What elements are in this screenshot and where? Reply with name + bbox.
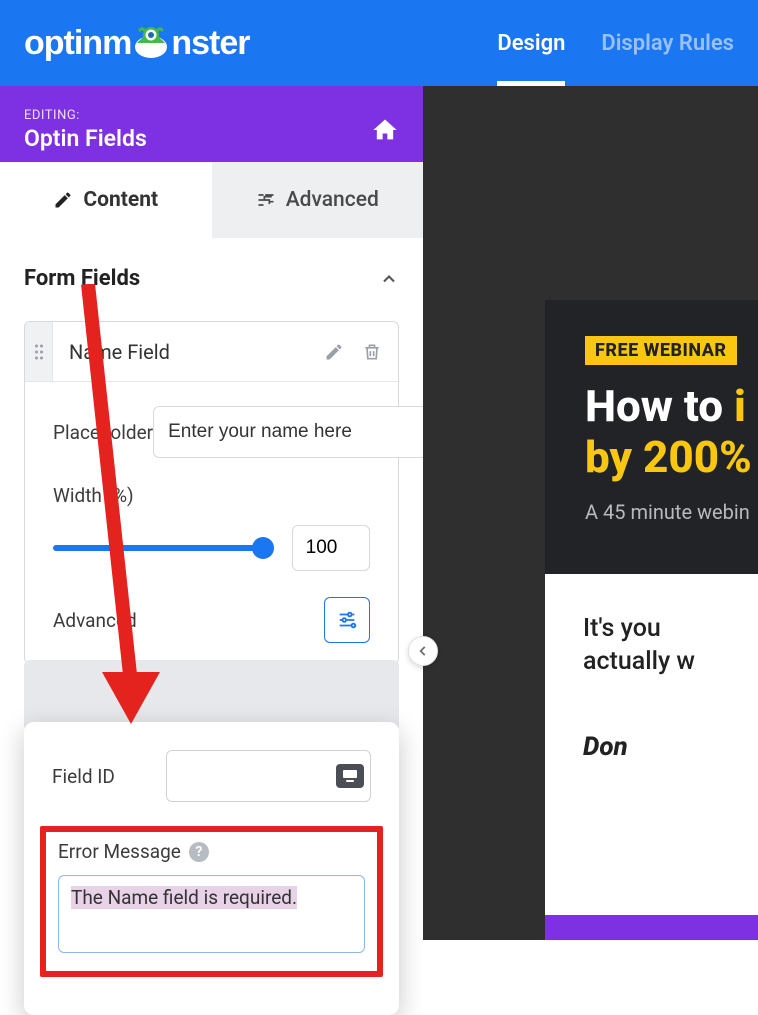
placeholder-label: Placeholder <box>53 421 153 444</box>
placeholder-input[interactable] <box>153 406 428 458</box>
delete-field-icon[interactable] <box>362 342 382 362</box>
preview-white-panel: It's you actually w Don <box>545 574 758 940</box>
error-message-value: The Name field is required. <box>71 886 297 909</box>
tab-advanced-label: Advanced <box>286 188 379 212</box>
drag-handle-icon[interactable] <box>25 322 53 381</box>
width-input[interactable] <box>292 525 370 571</box>
error-message-label: Error Message <box>58 840 181 863</box>
field-name-label: Name Field <box>53 340 324 364</box>
top-header: optinm nster Design Display Rules <box>0 0 758 86</box>
tab-advanced[interactable]: Advanced <box>212 162 424 238</box>
width-slider[interactable] <box>53 545 272 551</box>
preview-white-line-2: actually w <box>583 647 758 676</box>
tab-content-label: Content <box>83 188 158 212</box>
home-icon[interactable] <box>371 116 399 144</box>
field-body: Placeholder Width (%) Advanced <box>25 382 398 663</box>
error-message-input[interactable]: The Name field is required. <box>58 875 365 953</box>
field-id-input[interactable] <box>166 750 371 802</box>
tab-content[interactable]: Content <box>0 162 212 238</box>
webinar-badge: FREE WEBINAR <box>585 336 737 365</box>
edit-field-icon[interactable] <box>324 342 344 362</box>
preview-white-bold: Don <box>583 732 758 762</box>
logo: optinm nster <box>24 23 249 63</box>
chevron-up-icon[interactable] <box>379 269 399 289</box>
tab-display-rules[interactable]: Display Rules <box>601 0 734 86</box>
sidebar: EDITING: Optin Fields Content Advanced F… <box>0 86 423 732</box>
extension-icon[interactable] <box>336 764 364 788</box>
logo-text-pre: optinm <box>24 24 131 63</box>
editing-title: Optin Fields <box>24 125 147 152</box>
field-head: Name Field <box>25 322 398 382</box>
preview-headline: How to i by 200% <box>585 381 758 482</box>
sliders-icon <box>256 190 276 210</box>
panel-tabs: Content Advanced <box>0 162 423 238</box>
pencil-icon <box>53 190 73 210</box>
section-header-form-fields[interactable]: Form Fields <box>0 238 423 303</box>
width-slider-thumb[interactable] <box>252 537 274 559</box>
editing-label: EDITING: <box>24 108 147 123</box>
preview-white-line-1: It's you <box>583 614 758 643</box>
tab-design[interactable]: Design <box>497 0 565 86</box>
monster-icon <box>131 21 171 61</box>
preview-purple-strip <box>545 915 758 940</box>
preview-canvas: FREE WEBINAR How to i by 200% A 45 minut… <box>423 86 758 940</box>
width-label: Width (%) <box>53 484 173 507</box>
preview-dark-panel: FREE WEBINAR How to i by 200% A 45 minut… <box>545 300 758 574</box>
field-id-label: Field ID <box>52 765 152 788</box>
editing-bar: EDITING: Optin Fields <box>0 86 423 162</box>
field-card-name: Name Field Placeholder Width (%) <box>24 321 399 664</box>
section-title: Form Fields <box>24 266 140 291</box>
advanced-toggle-button[interactable] <box>324 597 370 643</box>
advanced-label: Advanced <box>53 609 137 632</box>
preview-subhead: A 45 minute webin <box>585 500 758 524</box>
annotation-highlight-box: Error Message ? The Name field is requir… <box>40 826 383 977</box>
help-icon[interactable]: ? <box>189 842 209 862</box>
collapse-sidebar-button[interactable] <box>408 636 438 666</box>
logo-text-post: nster <box>171 24 249 63</box>
advanced-popover: Field ID Error Message ? The Name field … <box>24 722 399 1015</box>
